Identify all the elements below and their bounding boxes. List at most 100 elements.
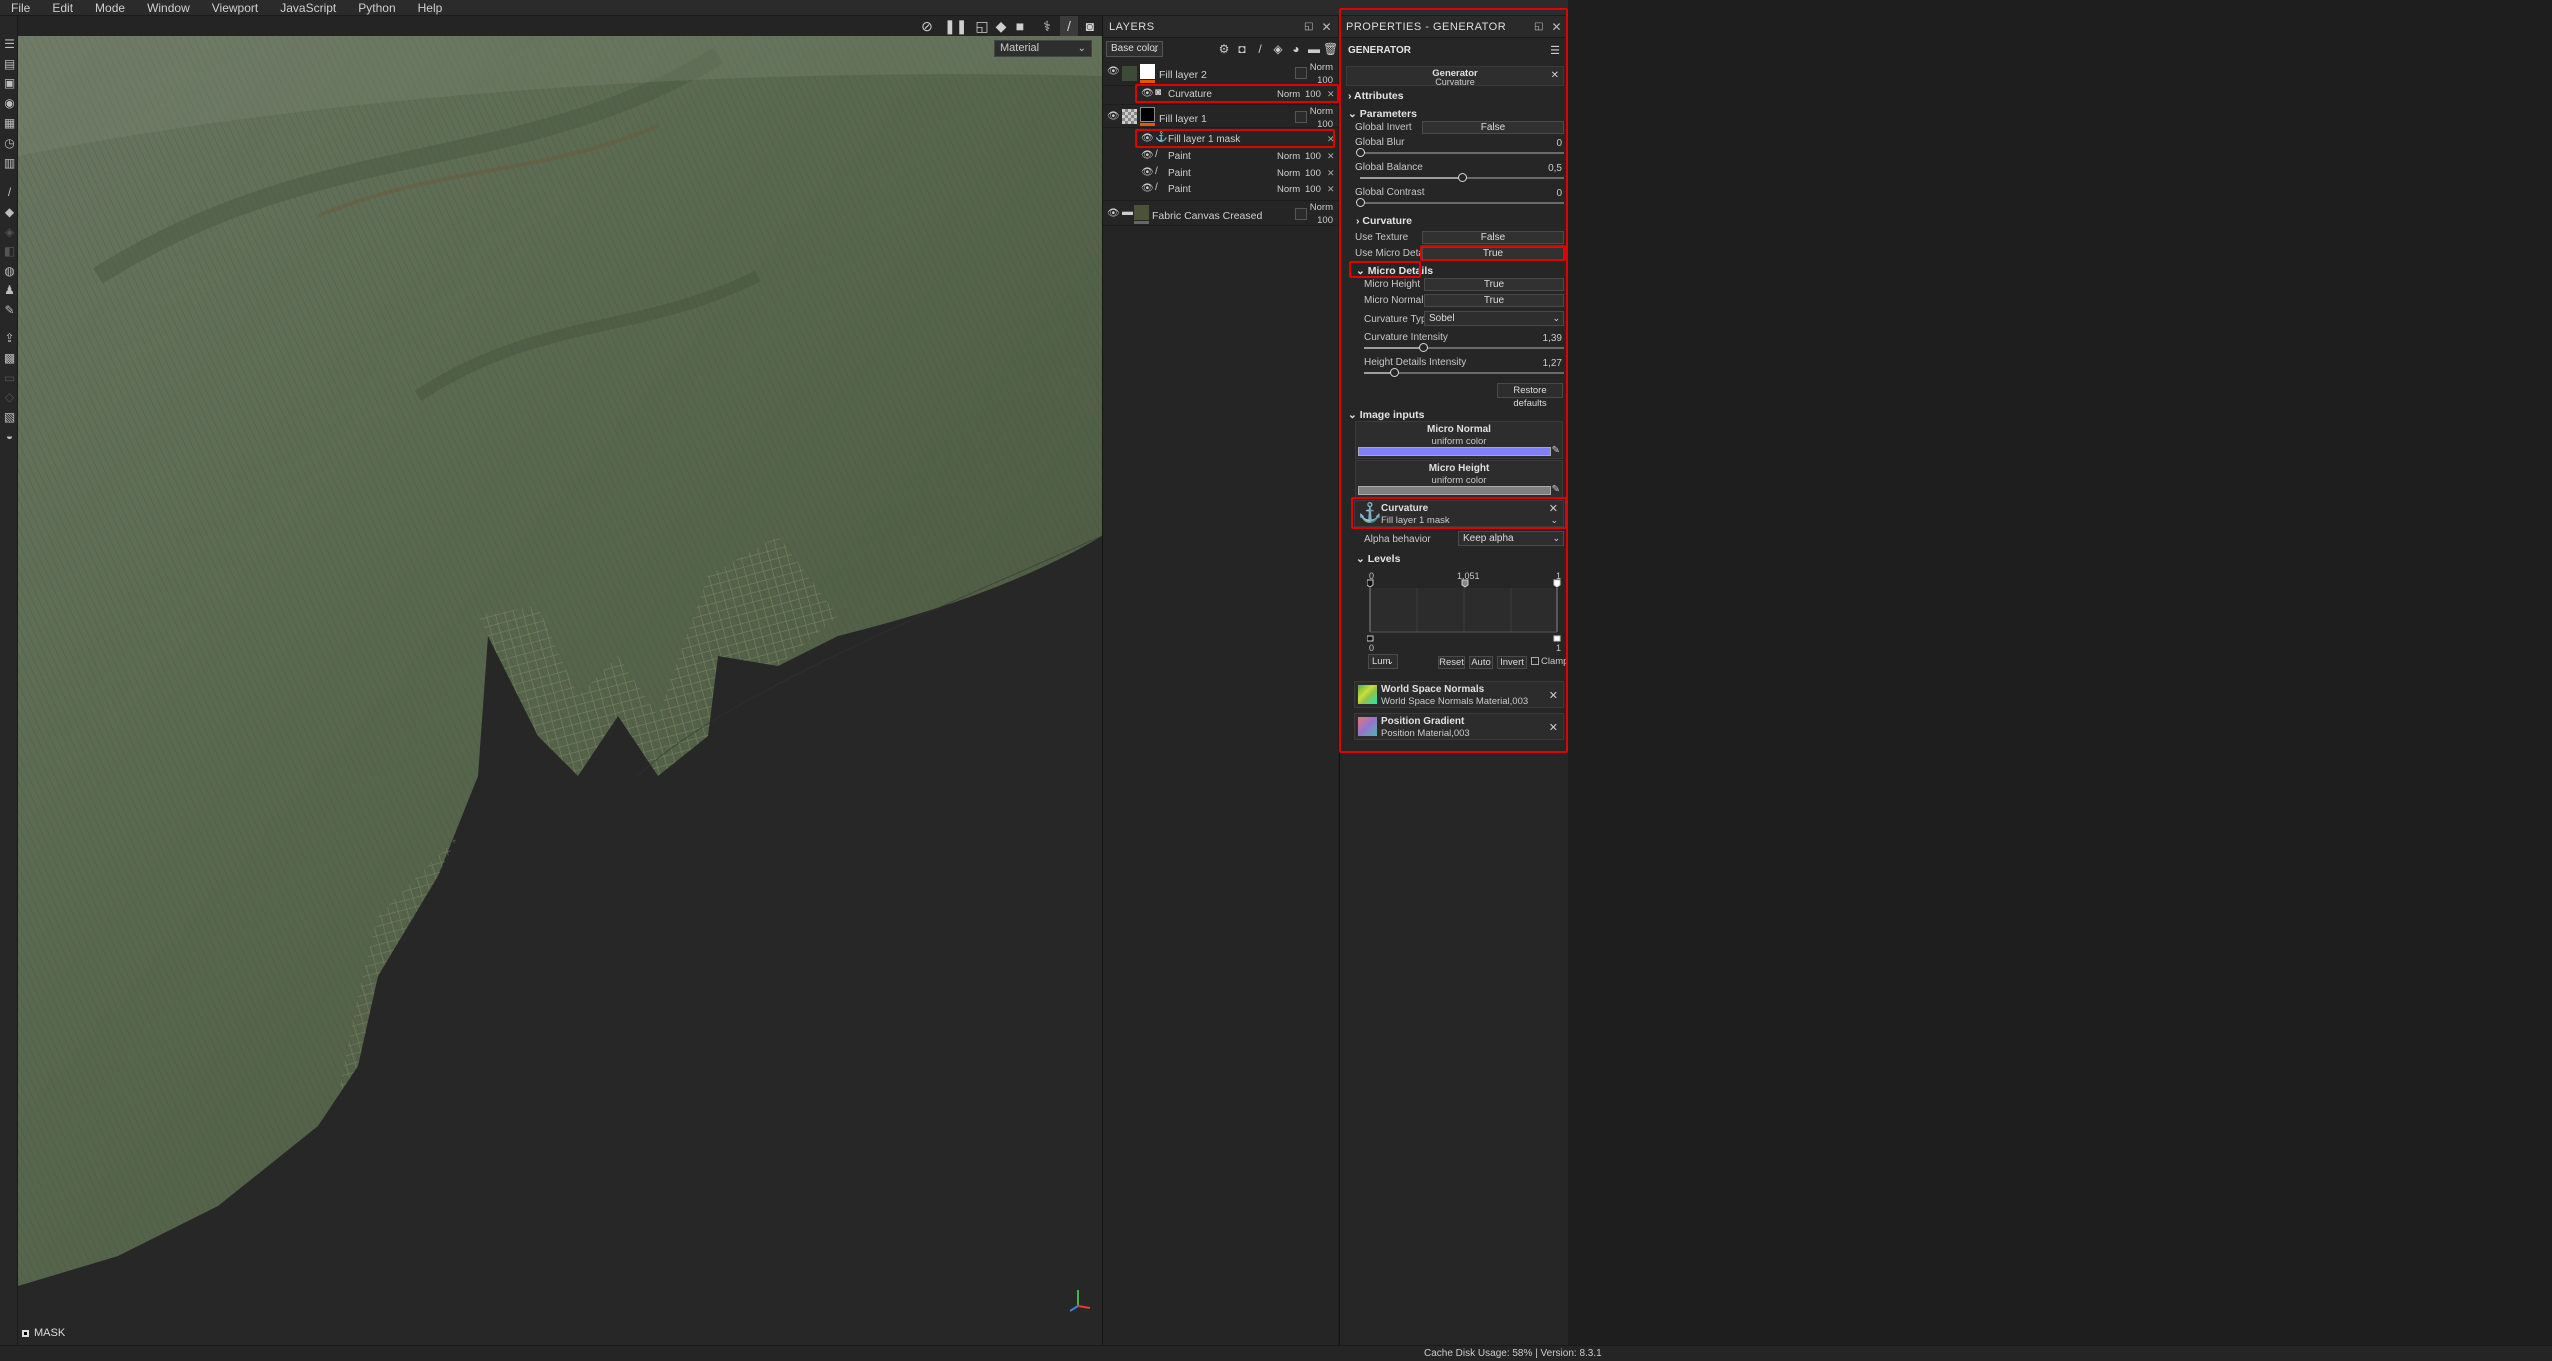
layer-select-box[interactable] — [1295, 67, 1307, 79]
restore-defaults-button[interactable]: Restore defaults — [1497, 383, 1563, 409]
texture-set-icon[interactable]: ▤ — [3, 58, 16, 71]
projection-icon[interactable]: ◈ — [3, 226, 16, 239]
curvature-type-select[interactable]: Sobel ⌄ — [1424, 311, 1564, 326]
layer-select-box[interactable] — [1295, 208, 1307, 220]
shelf-icon[interactable]: ▦ — [3, 117, 16, 130]
close-icon[interactable]: ✕ — [1551, 20, 1562, 34]
layer-select-box[interactable] — [1295, 111, 1307, 123]
opacity-value[interactable]: 100 — [1317, 119, 1333, 130]
visibility-eye-icon[interactable]: 👁 — [1141, 133, 1154, 144]
height-details-intensity-slider-knob[interactable] — [1389, 368, 1399, 377]
close-icon[interactable]: ✕ — [1327, 89, 1335, 100]
blend-mode[interactable]: Norm — [1277, 89, 1300, 100]
opacity-value[interactable]: 100 — [1305, 184, 1321, 195]
micro-details-section[interactable]: ⌄ Micro Details — [1356, 265, 1433, 277]
close-icon[interactable]: ✕ — [1327, 134, 1335, 145]
paint-brush-icon[interactable]: / — [3, 186, 16, 199]
visibility-eye-icon[interactable]: 👁 — [1141, 183, 1154, 194]
add-fill-layer-icon[interactable]: ◈ — [1271, 41, 1285, 57]
add-mask-icon[interactable]: ◘ — [1235, 41, 1249, 57]
curvature-intensity-slider-knob[interactable] — [1419, 343, 1428, 352]
brush-mode-icon[interactable]: / — [1060, 16, 1078, 36]
image-inputs-section[interactable]: ⌄ Image inputs — [1348, 409, 1424, 421]
color-picker-icon[interactable]: ✎ — [3, 304, 16, 317]
global-balance-slider-knob[interactable] — [1458, 173, 1467, 182]
mask-row-fill-layer-1-mask[interactable]: 👁 ⚓ Fill layer 1 mask ✕ — [1135, 132, 1335, 148]
visibility-eye-icon[interactable]: 👁 — [1107, 208, 1120, 219]
camera-icon[interactable]: ■ — [1011, 16, 1029, 36]
export-icon[interactable]: ⇪ — [3, 332, 16, 345]
levels-histogram[interactable] — [1367, 578, 1567, 642]
attributes-section[interactable]: › Attributes — [1348, 90, 1404, 102]
levels-invert-button[interactable]: Invert — [1497, 656, 1527, 669]
opacity-value[interactable]: 100 — [1305, 168, 1321, 179]
menu-file[interactable]: File — [0, 0, 41, 16]
global-blur-slider-track[interactable] — [1360, 152, 1564, 154]
blend-mode[interactable]: Norm — [1277, 151, 1300, 162]
chevron-down-icon[interactable]: ⌄ — [1550, 515, 1558, 526]
micro-normal-toggle[interactable]: True — [1424, 294, 1564, 307]
micro-height-toggle[interactable]: True — [1424, 278, 1564, 291]
layer-row-fill-layer-2[interactable]: 👁 Fill layer 2 Norm 100 — [1103, 62, 1339, 86]
opacity-value[interactable]: 100 — [1305, 89, 1321, 100]
opacity-value[interactable]: 100 — [1317, 215, 1333, 226]
micro-normal-color-swatch[interactable] — [1358, 447, 1551, 456]
geometry-mask-icon[interactable]: ◧ — [3, 245, 16, 258]
blend-mode[interactable]: Norm — [1310, 106, 1333, 117]
eyedropper-icon[interactable]: ✎ — [1552, 484, 1560, 495]
pause-icon[interactable]: ❚❚ — [944, 16, 967, 36]
world-space-normals-input[interactable]: World Space Normals World Space Normals … — [1354, 681, 1564, 708]
levels-clamp-checkbox[interactable] — [1531, 657, 1539, 665]
opacity-value[interactable]: 100 — [1317, 75, 1333, 86]
effect-row-curvature[interactable]: 👁 ◙ Curvature Norm 100 ✕ — [1135, 87, 1335, 103]
menu-viewport[interactable]: Viewport — [201, 0, 269, 16]
close-icon[interactable]: ✕ — [1551, 70, 1559, 81]
cube-icon[interactable]: ◆ — [992, 16, 1010, 36]
micro-height-color-swatch[interactable] — [1358, 486, 1551, 495]
micro-normal-input[interactable]: Micro Normal uniform color ✎ — [1355, 421, 1563, 459]
curvature-intensity-value[interactable]: 1,39 — [1543, 333, 1562, 344]
eyedropper-icon[interactable]: ✎ — [1552, 445, 1560, 456]
close-icon[interactable]: ✕ — [1327, 151, 1335, 162]
levels-reset-button[interactable]: Reset — [1438, 656, 1465, 669]
bake-icon[interactable]: ▩ — [3, 352, 16, 365]
eraser-icon[interactable]: ◆ — [3, 206, 16, 219]
effect-row-paint[interactable]: 👁 / Paint Norm 100 ✕ — [1135, 166, 1335, 182]
levels-section[interactable]: ⌄ Levels — [1356, 553, 1400, 565]
menu-python[interactable]: Python — [347, 0, 406, 16]
add-paint-layer-icon[interactable]: / — [1253, 41, 1267, 57]
levels-output-high[interactable]: 1 — [1556, 643, 1561, 653]
script-icon[interactable]: ▧ — [3, 411, 16, 424]
global-balance-value[interactable]: 0,5 — [1548, 163, 1562, 174]
levels-mode-select[interactable]: Lum ⌄ — [1368, 654, 1398, 669]
close-icon[interactable]: ✕ — [1327, 184, 1335, 195]
float-panel-icon[interactable]: ◱ — [1534, 21, 1544, 32]
menu-help[interactable]: Help — [407, 0, 454, 16]
menu-window[interactable]: Window — [136, 0, 201, 16]
close-icon[interactable]: ✕ — [1321, 20, 1332, 34]
close-icon[interactable]: ✕ — [1549, 502, 1558, 515]
3d-viewport[interactable]: MASK — [18, 16, 1102, 1345]
visibility-eye-icon[interactable]: 👁 — [1141, 88, 1154, 99]
polygon-fill-icon[interactable]: ◇ — [3, 391, 16, 404]
delete-icon[interactable]: 🗑 — [1323, 41, 1338, 57]
global-blur-value[interactable]: 0 — [1556, 138, 1562, 149]
clone-stamp-icon[interactable]: ♟ — [3, 284, 16, 297]
micro-height-input[interactable]: Micro Height uniform color ✎ — [1355, 460, 1563, 498]
close-icon[interactable]: ✕ — [1549, 689, 1558, 702]
layer-row-fabric-canvas-creased[interactable]: 👁 ▬ Fabric Canvas Creased Norm 100 — [1103, 200, 1339, 226]
curvature-section[interactable]: › Curvature — [1356, 215, 1412, 227]
levels-output-low[interactable]: 0 — [1369, 643, 1374, 653]
blend-mode[interactable]: Norm — [1310, 62, 1333, 73]
position-gradient-input[interactable]: Position Gradient Position Material,003 … — [1354, 713, 1564, 740]
parameters-section[interactable]: ⌄ Parameters — [1348, 108, 1417, 120]
float-panel-icon[interactable]: ◱ — [1304, 21, 1314, 32]
height-details-intensity-value[interactable]: 1,27 — [1543, 358, 1562, 369]
smudge-icon[interactable]: ◍ — [3, 265, 16, 278]
global-invert-toggle[interactable]: False — [1422, 121, 1564, 134]
add-smart-material-icon[interactable]: ◕ — [1289, 41, 1303, 57]
hide-icon[interactable]: ⊘ — [918, 16, 936, 36]
add-effect-icon[interactable]: ⚙ — [1217, 41, 1231, 57]
log-icon[interactable]: ▥ — [3, 157, 16, 170]
blend-mode[interactable]: Norm — [1277, 168, 1300, 179]
